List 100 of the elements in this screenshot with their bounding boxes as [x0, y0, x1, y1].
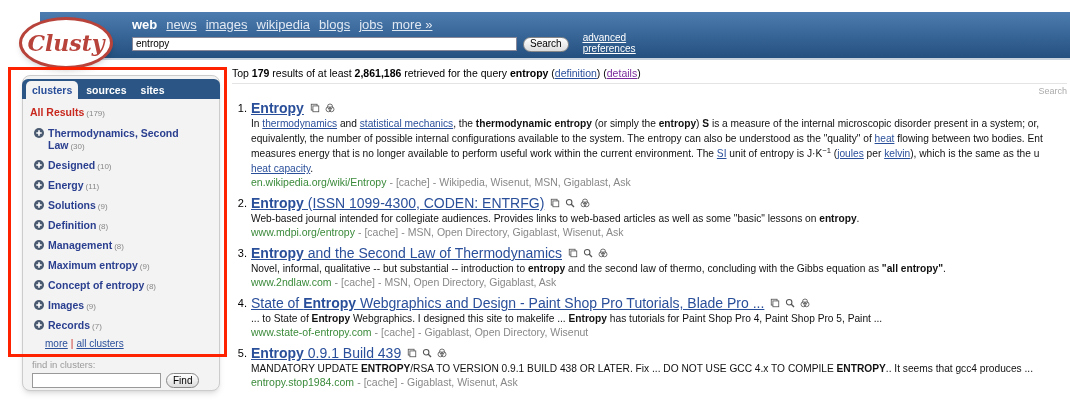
results-summary: Top 179 results of at least 2,861,186 retrieved for the query entropy (definition) (details) [232, 67, 1067, 84]
venn-icon[interactable] [800, 298, 811, 308]
dash: - [401, 226, 405, 238]
dash: - [389, 176, 393, 188]
result-url: www.2ndlaw.com [251, 276, 332, 288]
dash: - [357, 226, 362, 238]
result-title-link[interactable]: Entropy 0.9.1 Build 439 [251, 345, 402, 361]
search-field[interactable]: entropy [132, 37, 517, 51]
result-number: 4. [236, 296, 248, 311]
cluster-link[interactable]: Management (8) [48, 238, 124, 253]
result-sources: MSN, Open Directory, Gigablast, Wisenut, Ask [407, 226, 624, 238]
window-icon[interactable] [568, 248, 578, 258]
text-link[interactable]: thermodynamics [262, 118, 338, 129]
window-icon[interactable] [407, 348, 418, 358]
result-title-link[interactable]: State of Entropy Webgraphics and Design - Paint Shop Pro Tutorials, Blade Pro ... [251, 295, 765, 311]
cluster-link[interactable]: Thermodynamics, Second Law (30) [48, 126, 216, 153]
dash: - [400, 376, 404, 388]
expand-icon[interactable] [34, 179, 44, 190]
cluster-link[interactable]: Solutions (9) [48, 198, 108, 213]
result-snippet: heat capacity. [251, 162, 315, 176]
find-button[interactable]: Find [166, 373, 200, 389]
nav-link[interactable]: jobs [359, 15, 383, 35]
text-link[interactable]: SI [716, 148, 727, 159]
separator: | [70, 336, 74, 351]
venn-icon[interactable] [598, 248, 608, 258]
cluster-link[interactable]: Maximum entropy (9) [48, 258, 150, 273]
cluster-link[interactable]: Images (9) [48, 298, 96, 313]
text-link[interactable]: heat [874, 133, 895, 144]
venn-icon[interactable] [324, 103, 335, 113]
result-snippet: Web-based journal intended for collegiate audiences. Provides links to web-based articles as well as some "basic" lessons on entropy. [251, 212, 860, 226]
result-sources: MSN, Open Directory, Gigablast, Ask [384, 276, 557, 288]
sidebar-tab[interactable]: sources [80, 81, 133, 99]
result-count: (179) [86, 108, 105, 120]
dash: - [334, 276, 339, 288]
result-url: www.state-of-entropy.com [251, 326, 372, 338]
nav-link[interactable]: blogs [319, 15, 351, 35]
result-number: 5. [236, 346, 248, 361]
expand-icon[interactable] [34, 299, 44, 310]
search-icon[interactable] [583, 248, 593, 258]
dash: - [377, 276, 382, 288]
find-field[interactable] [32, 373, 161, 389]
result-number: 3. [236, 246, 248, 261]
advanced-link[interactable]: advanced [582, 32, 636, 43]
venn-icon[interactable] [580, 198, 591, 208]
dash: - [432, 176, 437, 188]
venn-icon[interactable] [437, 348, 448, 358]
expand-icon[interactable] [34, 219, 44, 230]
dash: - [417, 326, 422, 338]
nav-link[interactable]: images [205, 15, 248, 35]
cluster-link[interactable]: Records (7) [48, 318, 102, 333]
sidebar-tab[interactable]: clusters [26, 81, 79, 99]
result-sources: Gigablast, Open Directory, Wisenut [424, 326, 589, 338]
result-snippet: equivalently, the number of possible internal configurations available to the system. The entropy can also be understood as the "quality" of heat flowing between two bodies. Ent [251, 132, 1043, 146]
cluster-link[interactable]: Energy (11) [48, 178, 100, 193]
nav-link[interactable]: more » [392, 15, 433, 35]
text-link[interactable]: joules [837, 148, 864, 159]
cluster-link[interactable]: Concept of entropy (8) [48, 278, 157, 293]
more-link[interactable]: more [45, 335, 68, 351]
nav-link[interactable]: wikipedia [256, 15, 311, 35]
cache-link[interactable]: [cache] [363, 376, 398, 388]
search-icon[interactable] [422, 348, 433, 358]
expand-icon[interactable] [34, 259, 44, 270]
expand-icon[interactable] [34, 199, 44, 210]
cluster-link[interactable]: Definition (8) [48, 218, 109, 233]
dash: - [374, 326, 379, 338]
result-snippet: MANDATORY UPDATE ENTROPY/RSA TO VERSION 0.9.1 BUILD 438 OR LATER. Fix ... DO NOT USE GCC 4.x TO COMPILE ENTROPY.. It seems that gcc4 produces ... [251, 362, 1034, 376]
search-icon[interactable] [565, 198, 576, 208]
search-icon[interactable] [785, 298, 796, 308]
window-icon[interactable] [309, 103, 320, 113]
sidebar-tab[interactable]: sites [134, 81, 171, 99]
all-clusters-link[interactable]: all clusters [76, 335, 124, 351]
cache-link[interactable]: [cache] [395, 176, 430, 188]
preferences-link[interactable]: preferences [582, 43, 636, 54]
cache-link[interactable]: [cache] [381, 326, 415, 338]
expand-icon[interactable] [34, 127, 44, 138]
nav-link[interactable]: news [166, 15, 197, 35]
cache-link[interactable]: [cache] [341, 276, 375, 288]
result-snippet: Novel, informal, qualitative -- but substantial -- introduction to entropy and the second law of thermo, concluding with the Gibbs equation as "all entropy". [251, 262, 946, 276]
cluster-link[interactable]: Designed (10) [48, 158, 112, 173]
result-snippet: ... to State of Entropy Webgraphics. I designed this site to makelife ... Entropy has tutorials for Paint Shop Pro 4, Paint Shop Pro 5, Paint ... [251, 312, 883, 326]
window-icon[interactable] [550, 198, 561, 208]
text-link[interactable]: kelvin [884, 148, 911, 159]
result-snippet: measures energy that is no longer available to perform useful work within the current environment. The SI unit of entropy is J·K$^{−1}$ (joules per kelvin), which is the same as the u [251, 146, 1041, 161]
expand-icon[interactable] [34, 279, 44, 290]
expand-icon[interactable] [34, 319, 44, 330]
nav-link[interactable]: web [132, 15, 158, 35]
window-icon[interactable] [770, 298, 781, 308]
result-sources: Gigablast, Wisenut, Ask [407, 376, 518, 388]
search-label: Search [1038, 85, 1067, 96]
result-title-link[interactable]: Entropy and the Second Law of Thermodynamics [251, 245, 562, 261]
result-url: www.mdpi.org/entropy [251, 226, 355, 238]
result-number: 1. [236, 101, 248, 116]
result-url: entropy.stop1984.com [251, 376, 355, 388]
expand-icon[interactable] [34, 159, 44, 170]
result-url: en.wikipedia.org/wiki/Entropy [251, 176, 387, 188]
expand-icon[interactable] [34, 239, 44, 250]
result-title-link[interactable]: Entropy (ISSN 1099-4300, CODEN: ENTRFG) [251, 195, 545, 211]
cache-link[interactable]: [cache] [364, 226, 399, 238]
result-title-link[interactable]: Entropy [251, 100, 304, 116]
all-results-link[interactable]: All Results [30, 105, 85, 121]
